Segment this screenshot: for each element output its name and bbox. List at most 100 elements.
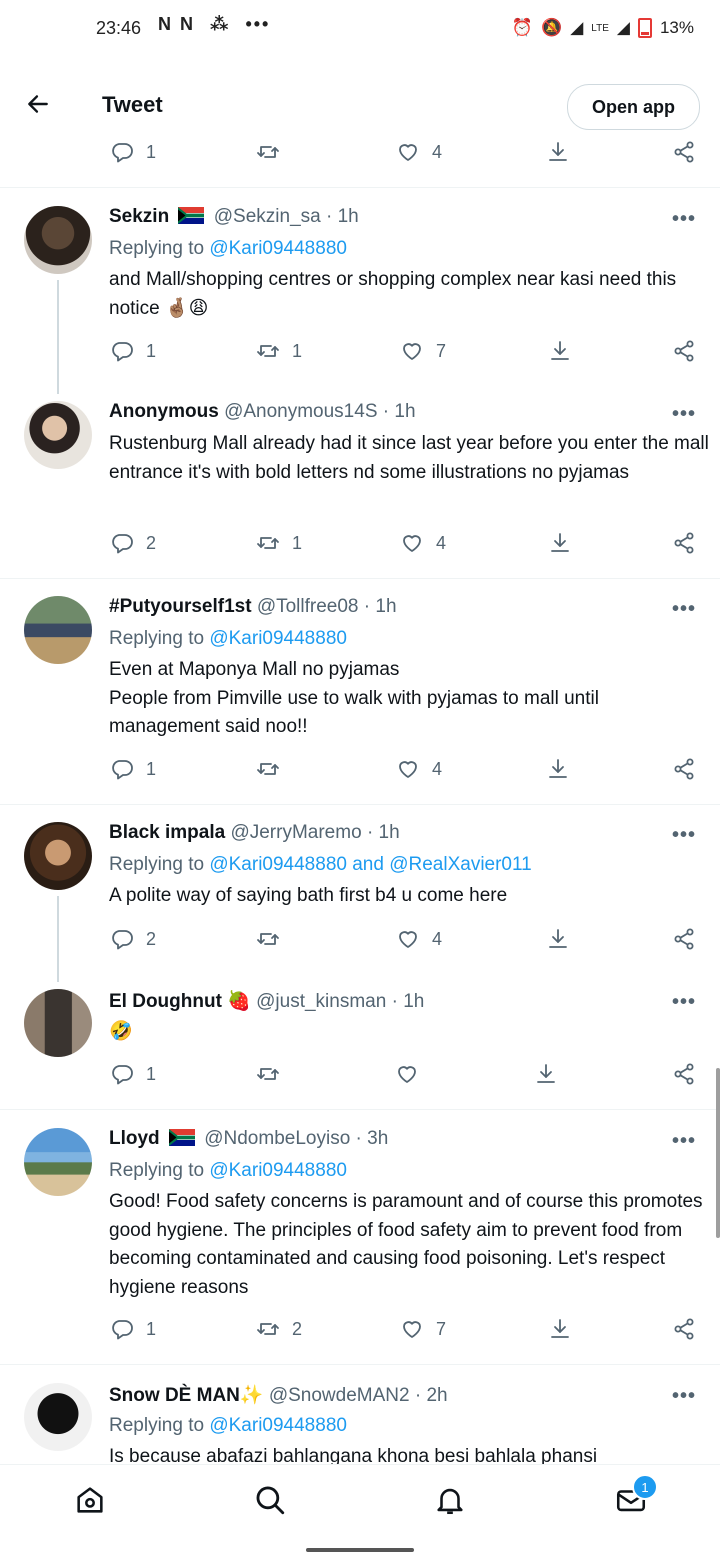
share-button[interactable] <box>672 927 696 951</box>
mention-link[interactable]: @Kari09448880 and @RealXavier011 <box>209 854 531 875</box>
heart-icon <box>396 927 420 951</box>
home-icon <box>77 1487 103 1513</box>
avatar[interactable] <box>24 1383 92 1451</box>
battery-level: 13% <box>659 18 694 37</box>
avatar[interactable] <box>24 596 92 664</box>
download-icon <box>546 140 570 164</box>
tweet-actions-top: 1 4 <box>0 140 720 172</box>
author-name[interactable]: Anonymous <box>109 401 219 422</box>
reply-button[interactable]: 1 <box>110 1062 156 1086</box>
retweet-button[interactable]: 2 <box>256 1317 302 1341</box>
author-name[interactable]: Lloyd <box>109 1128 160 1149</box>
like-button[interactable]: 4 <box>396 927 442 951</box>
tweet-time[interactable]: 2h <box>426 1385 447 1406</box>
author-handle[interactable]: @Anonymous14S <box>224 401 377 422</box>
scrollbar[interactable] <box>716 1068 720 1238</box>
nav-home[interactable] <box>73 1483 107 1517</box>
like-button[interactable]: 7 <box>400 1317 446 1341</box>
author-handle[interactable]: @Tollfree08 <box>257 596 359 617</box>
retweet-button[interactable]: 1 <box>256 531 302 555</box>
retweet-button[interactable]: 1 <box>256 339 302 363</box>
open-app-button[interactable]: Open app <box>566 84 700 130</box>
reply-icon <box>110 927 134 951</box>
like-button[interactable] <box>395 1062 431 1086</box>
retweet-button[interactable] <box>256 1062 292 1086</box>
share-button[interactable] <box>672 140 696 164</box>
tweet-actions: 1 <box>0 1062 720 1094</box>
share-button[interactable] <box>672 1062 696 1086</box>
tweet-time[interactable]: 1h <box>338 206 359 227</box>
download-button[interactable] <box>548 1317 572 1341</box>
reply-button[interactable]: 1 <box>110 140 156 164</box>
tweet-time[interactable]: 1h <box>394 401 415 422</box>
reply-button[interactable]: 1 <box>110 339 156 363</box>
south-africa-flag-icon <box>169 1129 195 1146</box>
avatar[interactable] <box>24 822 92 890</box>
mention-link[interactable]: @Kari09448880 <box>209 1160 347 1181</box>
author-name[interactable]: Snow DÈ MAN✨ <box>109 1385 264 1406</box>
back-button[interactable] <box>22 88 54 120</box>
download-button[interactable] <box>546 927 570 951</box>
retweet-icon <box>256 339 280 363</box>
divider <box>0 1364 720 1365</box>
reply-button[interactable]: 1 <box>110 1317 156 1341</box>
author-handle[interactable]: @NdombeLoyiso <box>204 1128 350 1149</box>
reply-button[interactable]: 2 <box>110 531 156 555</box>
heart-icon <box>400 339 424 363</box>
like-button[interactable]: 4 <box>396 140 442 164</box>
retweet-button[interactable] <box>256 140 292 164</box>
nav-notifications[interactable] <box>433 1483 467 1517</box>
author-handle[interactable]: @SnowdeMAN2 <box>269 1385 410 1406</box>
more-options-button[interactable]: ••• <box>672 208 696 231</box>
gesture-bar[interactable] <box>306 1548 414 1552</box>
download-button[interactable] <box>548 339 572 363</box>
tweet-time[interactable]: 1h <box>375 596 396 617</box>
author-handle[interactable]: @just_kinsman <box>256 991 386 1012</box>
avatar[interactable] <box>24 1128 92 1196</box>
author-name[interactable]: El Doughnut 🍓 <box>109 991 251 1012</box>
like-button[interactable]: 4 <box>400 531 446 555</box>
download-button[interactable] <box>534 1062 558 1086</box>
tweet-text: Rustenburg Mall already had it since las… <box>109 433 709 483</box>
share-button[interactable] <box>672 757 696 781</box>
mention-link[interactable]: @Kari09448880 <box>209 1415 347 1436</box>
retweet-icon <box>256 927 280 951</box>
tweet-time[interactable]: 1h <box>379 822 400 843</box>
more-options-button[interactable]: ••• <box>672 598 696 621</box>
author-handle[interactable]: @JerryMaremo <box>230 822 361 843</box>
more-options-button[interactable]: ••• <box>672 1385 696 1408</box>
author-name[interactable]: Black impala <box>109 822 225 843</box>
tweet-time[interactable]: 3h <box>367 1128 388 1149</box>
retweet-button[interactable] <box>256 927 292 951</box>
more-options-button[interactable]: ••• <box>672 991 696 1014</box>
reply-button[interactable]: 2 <box>110 927 156 951</box>
search-icon <box>256 1486 285 1515</box>
author-name[interactable]: Sekzin <box>109 206 169 227</box>
more-options-button[interactable]: ••• <box>672 824 696 847</box>
retweet-icon <box>256 1062 280 1086</box>
share-icon <box>672 531 696 555</box>
retweet-button[interactable] <box>256 757 292 781</box>
more-options-button[interactable]: ••• <box>672 403 696 426</box>
share-button[interactable] <box>672 339 696 363</box>
download-button[interactable] <box>546 140 570 164</box>
reply-button[interactable]: 1 <box>110 757 156 781</box>
signal-icon: ◢ <box>570 18 584 37</box>
download-button[interactable] <box>548 531 572 555</box>
share-button[interactable] <box>672 531 696 555</box>
avatar[interactable] <box>24 401 92 469</box>
mention-link[interactable]: @Kari09448880 <box>209 238 347 259</box>
download-button[interactable] <box>546 757 570 781</box>
share-button[interactable] <box>672 1317 696 1341</box>
tweet-time[interactable]: 1h <box>403 991 424 1012</box>
more-options-button[interactable]: ••• <box>672 1130 696 1153</box>
avatar[interactable] <box>24 989 92 1057</box>
author-name[interactable]: #Putyourself1st <box>109 596 252 617</box>
nav-search[interactable] <box>253 1483 287 1517</box>
tweet-text: 🤣 <box>109 1021 133 1042</box>
like-button[interactable]: 7 <box>400 339 446 363</box>
avatar[interactable] <box>24 206 92 274</box>
mention-link[interactable]: @Kari09448880 <box>209 628 347 649</box>
like-button[interactable]: 4 <box>396 757 442 781</box>
author-handle[interactable]: @Sekzin_sa <box>214 206 321 227</box>
